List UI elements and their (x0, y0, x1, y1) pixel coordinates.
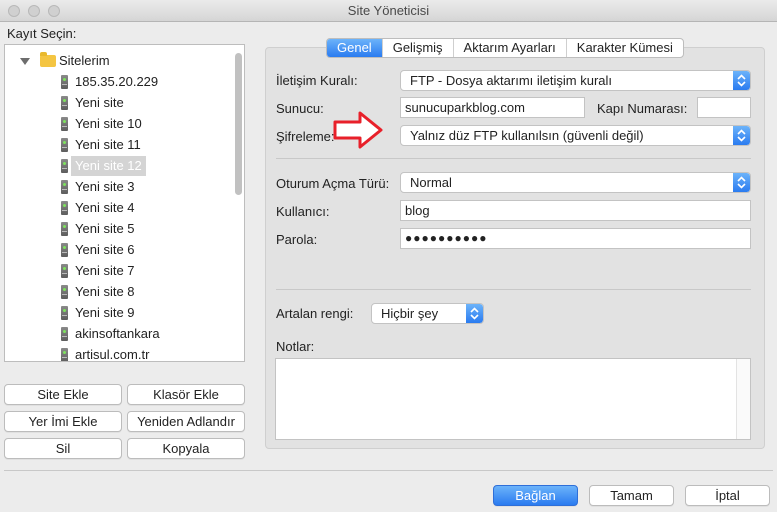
rename-button[interactable]: Yeniden Adlandır (127, 411, 245, 432)
connect-button[interactable]: Bağlan (493, 485, 578, 506)
tree-item[interactable]: Yeni site 11 (5, 135, 230, 155)
tree-item[interactable]: Yeni site 3 (5, 177, 230, 197)
tree-item[interactable]: Yeni site 8 (5, 282, 230, 302)
chevron-updown-icon (733, 173, 750, 192)
delete-button[interactable]: Sil (4, 438, 122, 459)
server-icon (61, 306, 68, 320)
tree-item[interactable]: artisul.com.tr (5, 345, 230, 362)
server-icon (61, 243, 68, 257)
right-arrow-icon (333, 111, 383, 149)
tree-item-label: 185.35.20.229 (75, 74, 159, 89)
protocol-value: FTP - Dosya aktarımı iletişim kuralı (410, 73, 613, 88)
cancel-button[interactable]: İptal (685, 485, 770, 506)
divider (276, 158, 751, 159)
tree-item-label: akinsoftankara (75, 326, 160, 341)
add-site-button[interactable]: Site Ekle (4, 384, 122, 405)
divider (4, 470, 773, 471)
server-icon (61, 348, 68, 361)
tree-root-label: Sitelerim (59, 53, 110, 68)
tree-item[interactable]: Yeni site 7 (5, 261, 230, 281)
notes-textarea[interactable] (275, 358, 751, 440)
tree-item[interactable]: Yeni site 6 (5, 240, 230, 260)
host-input[interactable]: sunucuparkblog.com (400, 97, 585, 118)
server-icon (61, 327, 68, 341)
logon-type-value: Normal (410, 175, 452, 190)
password-input[interactable]: ●●●●●●●●●● (400, 228, 751, 249)
tree-item-label: artisul.com.tr (75, 347, 150, 362)
bg-color-label: Artalan rengi: (276, 306, 354, 321)
encryption-label: Şifreleme: (276, 129, 335, 144)
bg-color-select[interactable]: Hiçbir şey (371, 303, 484, 324)
server-icon (61, 75, 68, 89)
tree-item-label: Yeni site 3 (75, 179, 135, 194)
logon-type-label: Oturum Açma Türü: (276, 176, 390, 191)
tab-general[interactable]: Genel (327, 39, 383, 57)
tree-item[interactable]: 185.35.20.229 (5, 72, 230, 92)
port-input[interactable] (697, 97, 751, 118)
server-icon (61, 117, 68, 131)
tab-charset[interactable]: Karakter Kümesi (567, 39, 683, 57)
tree-item[interactable]: Yeni site 10 (5, 114, 230, 134)
server-icon (61, 180, 68, 194)
tree-item-label: Yeni site 7 (75, 263, 135, 278)
ok-button[interactable]: Tamam (589, 485, 674, 506)
tree-item-label: Yeni site 4 (75, 200, 135, 215)
tree-item-label: Yeni site 5 (75, 221, 135, 236)
chevron-updown-icon (466, 304, 483, 323)
user-label: Kullanıcı: (276, 204, 330, 219)
tree-item[interactable]: Yeni site (5, 93, 230, 113)
title-bar: Site Yöneticisi (0, 0, 777, 22)
tree-item[interactable]: Yeni site 5 (5, 219, 230, 239)
tree-item[interactable]: Yeni site 12 (5, 156, 230, 176)
tree-root-row[interactable]: Sitelerim (5, 51, 230, 71)
divider (276, 289, 751, 290)
server-icon (61, 264, 68, 278)
disclosure-triangle-icon[interactable] (20, 58, 30, 65)
add-folder-button[interactable]: Klasör Ekle (127, 384, 245, 405)
server-icon (61, 96, 68, 110)
encryption-value: Yalnız düz FTP kullanılsın (güvenli deği… (410, 128, 644, 143)
server-icon (61, 285, 68, 299)
tree-item[interactable]: Yeni site 4 (5, 198, 230, 218)
tree-item-label: Yeni site 11 (75, 137, 141, 152)
tree-item[interactable]: Yeni site 9 (5, 303, 230, 323)
tree-item-label: Yeni site 8 (75, 284, 135, 299)
chevron-updown-icon (733, 126, 750, 145)
tree-item-label: Yeni site 6 (75, 242, 135, 257)
window-title: Site Yöneticisi (347, 3, 430, 18)
tree-item[interactable]: akinsoftankara (5, 324, 230, 344)
tree-scrollbar[interactable] (235, 53, 242, 195)
port-label: Kapı Numarası: (597, 101, 688, 116)
tab-bar: Genel Gelişmiş Aktarım Ayarları Karakter… (326, 38, 684, 58)
tab-advanced[interactable]: Gelişmiş (383, 39, 454, 57)
site-tree[interactable]: Sitelerim 185.35.20.229 Yeni site Yeni sit… (4, 44, 245, 362)
encryption-select[interactable]: Yalnız düz FTP kullanılsın (güvenli deği… (400, 125, 751, 146)
logon-type-select[interactable]: Normal (400, 172, 751, 193)
bg-color-value: Hiçbir şey (381, 306, 439, 321)
folder-icon (40, 52, 56, 67)
protocol-label: İletişim Kuralı: (276, 73, 358, 88)
copy-button[interactable]: Kopyala (127, 438, 245, 459)
select-entry-label: Kayıt Seçin: (7, 26, 77, 41)
password-label: Parola: (276, 232, 318, 247)
server-icon (61, 222, 68, 236)
tree-item-label: Yeni site 12 (71, 156, 146, 176)
chevron-updown-icon (733, 71, 750, 90)
protocol-select[interactable]: FTP - Dosya aktarımı iletişim kuralı (400, 70, 751, 91)
host-label: Sunucu: (276, 101, 324, 116)
tree-item-label: Yeni site 9 (75, 305, 135, 320)
user-input[interactable]: blog (400, 200, 751, 221)
tree-item-label: Yeni site (75, 95, 124, 110)
server-icon (61, 159, 68, 173)
server-icon (61, 138, 68, 152)
notes-scrollbar[interactable] (736, 359, 750, 439)
tab-transfer-settings[interactable]: Aktarım Ayarları (454, 39, 567, 57)
add-bookmark-button[interactable]: Yer İmi Ekle (4, 411, 122, 432)
tree-item-label: Yeni site 10 (75, 116, 142, 131)
notes-label: Notlar: (276, 339, 315, 354)
server-icon (61, 201, 68, 215)
